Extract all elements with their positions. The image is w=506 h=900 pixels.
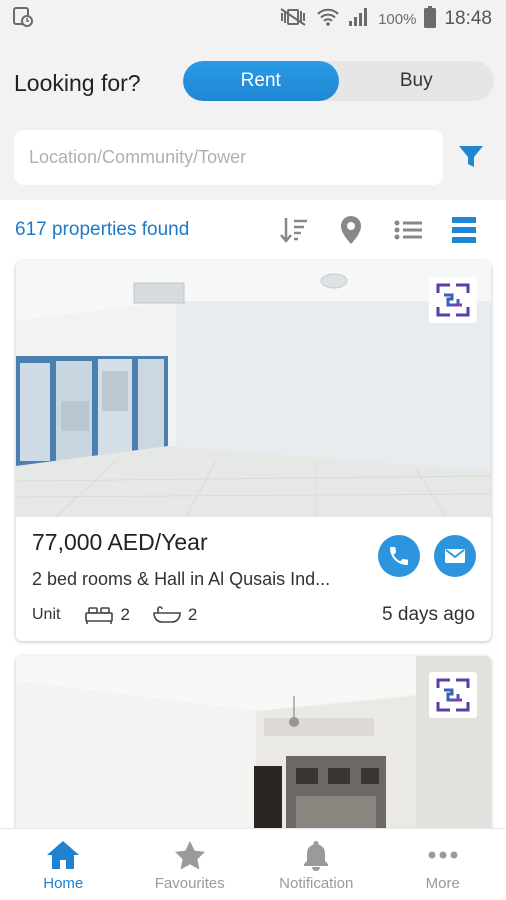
- bathtub-icon: [153, 606, 181, 623]
- filter-icon[interactable]: [456, 142, 486, 172]
- bed-icon: [85, 607, 114, 624]
- nav-home[interactable]: Home: [0, 829, 127, 900]
- nav-favourites-label: Favourites: [154, 875, 225, 892]
- signal-icon: [348, 7, 370, 32]
- call-button[interactable]: [378, 535, 420, 577]
- wifi-icon: [316, 7, 340, 32]
- more-dots-icon: [428, 851, 458, 859]
- nav-home-label: Home: [43, 875, 84, 892]
- agency-logo-icon: [429, 672, 477, 718]
- search-header: Looking for? Rent Buy: [0, 38, 506, 200]
- list-view-icon[interactable]: [392, 214, 424, 246]
- agency-logo-icon: [429, 277, 477, 323]
- nav-more-label: More: [425, 875, 460, 892]
- location-search-box[interactable]: [14, 130, 443, 185]
- battery-percent: 100%: [378, 10, 417, 28]
- email-button[interactable]: [434, 535, 476, 577]
- map-pin-icon[interactable]: [335, 214, 367, 246]
- vibrate-mute-icon: [278, 7, 308, 32]
- nav-notification-label: Notification: [279, 875, 354, 892]
- bedrooms-spec: 2: [84, 605, 130, 625]
- home-icon: [47, 841, 80, 869]
- listing-price: 77,000 AED/Year: [32, 529, 208, 555]
- listings-feed[interactable]: 77,000 AED/Year 2 bed rooms & Hall in Al…: [0, 258, 506, 828]
- bathrooms-count: 2: [187, 605, 198, 624]
- results-bar: 617 properties found: [0, 200, 506, 258]
- card-view-icon[interactable]: [448, 214, 480, 246]
- rent-option[interactable]: Rent: [183, 61, 339, 101]
- listing-title: 2 bed rooms & Hall in Al Qusais Ind...: [32, 569, 331, 589]
- notification-clock-icon: [12, 6, 34, 33]
- battery-icon: [424, 5, 437, 33]
- listing-photo[interactable]: [16, 656, 491, 828]
- listing-posted: 5 days ago: [382, 604, 475, 625]
- listing-card[interactable]: 77,000 AED/Year 2 bed rooms & Hall in Al…: [16, 261, 491, 641]
- nav-notification[interactable]: Notification: [253, 829, 380, 900]
- sort-icon[interactable]: [278, 214, 310, 246]
- bell-icon: [304, 841, 329, 871]
- looking-for-label: Looking for?: [14, 70, 141, 96]
- bathrooms-spec: 2: [152, 605, 197, 625]
- buy-option[interactable]: Buy: [339, 61, 495, 101]
- location-search-input[interactable]: [29, 147, 443, 168]
- clock-time: 18:48: [444, 8, 492, 29]
- bedrooms-count: 2: [120, 605, 130, 624]
- rent-buy-toggle[interactable]: Rent Buy: [183, 61, 494, 101]
- listing-type: Unit: [32, 606, 61, 623]
- phone-icon: [390, 547, 408, 565]
- results-count: 617 properties found: [15, 219, 190, 240]
- envelope-icon: [445, 549, 465, 563]
- nav-more[interactable]: More: [380, 829, 506, 900]
- status-bar: 100% 18:48: [0, 0, 506, 38]
- nav-favourites[interactable]: Favourites: [127, 829, 254, 900]
- bottom-navigation: Home Favourites Notification More: [0, 828, 506, 900]
- listing-card[interactable]: [16, 656, 491, 828]
- star-icon: [174, 841, 205, 870]
- listing-photo[interactable]: [16, 261, 491, 517]
- listing-info: 77,000 AED/Year 2 bed rooms & Hall in Al…: [16, 517, 491, 641]
- listing-meta: Unit 2 2: [32, 605, 219, 625]
